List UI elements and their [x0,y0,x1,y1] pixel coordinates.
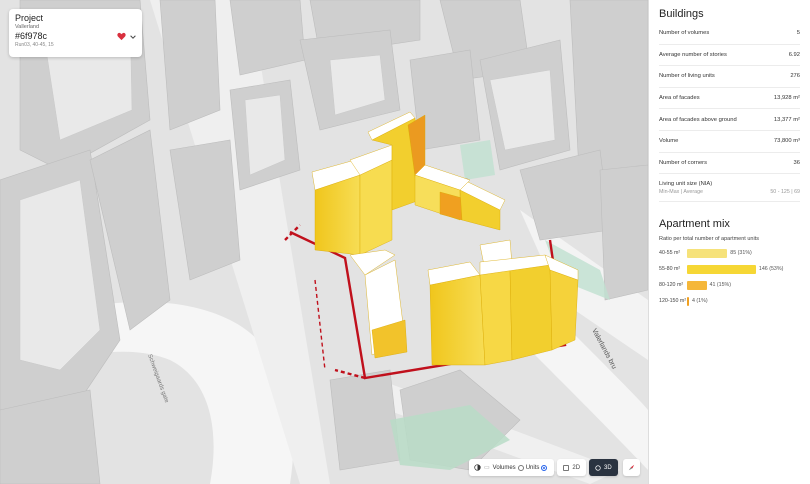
mix-label: 40-55 m² [659,250,681,257]
unit-size-sub-label: Min-Max | Average [659,189,703,196]
stat-row: Number of corners 36 [659,153,800,175]
map-canvas[interactable]: Valerlands bru Schweigaards gate [0,0,648,484]
mix-value: 146 (53%) [758,266,784,273]
buildings-heading: Buildings [659,8,704,20]
stat-row: Area of facades above ground 13,377 m² [659,109,800,131]
mix-value: 85 (31%) [730,250,752,257]
stat-label: Number of volumes [659,30,710,37]
project-location: Vallerland [15,24,40,30]
stat-row: Number of living units 276 [659,66,800,88]
view-3d-label: 3D [604,464,612,471]
unit-size-label: Living unit size (NIA) [659,181,713,188]
apartment-mix-list: 40-55 m² 85 (31%) 55-80 m² 146 (53%) 80-… [659,245,800,309]
stat-value: 36 [793,159,800,166]
square-icon [563,464,570,471]
stat-label: Number of corners [659,159,708,166]
mix-value: 41 (15%) [709,282,732,289]
chevron-down-icon[interactable] [129,33,137,41]
stat-row: Area of facades 13,928 m² [659,88,800,110]
mix-bar [687,264,756,274]
stat-label: Average number of stories [659,51,727,58]
volumes-radio[interactable] [517,464,524,471]
stat-label: Area of facades [659,95,700,102]
units-radio[interactable] [541,464,548,471]
view-2d-label: 2D [572,464,581,471]
apartment-mix-heading: Apartment mix [659,218,730,231]
stat-value: 13,928 m² [773,95,800,102]
mix-label: 55-80 m² [659,266,681,273]
mix-label: 120-150 m² [659,298,687,305]
stats-panel: Buildings Number of volumes 5 Average num… [648,0,810,484]
mix-row: 55-80 m² 146 (53%) [659,261,800,277]
project-title: Project [15,13,44,23]
stat-value: 5 [796,30,800,37]
contrast-icon[interactable] [474,464,481,471]
toggle-separator: ▭ [484,465,490,471]
project-meta: Run03, 40-45, 15 [15,42,54,48]
compass-icon [628,464,635,471]
mix-row: 40-55 m² 85 (31%) [659,245,800,261]
mix-bar [687,280,707,290]
heart-icon[interactable] [117,32,126,41]
stat-label: Volume [659,138,679,145]
volumes-units-toggle: ▭ Volumes Units [469,459,555,476]
mix-value: 4 (1%) [692,298,708,305]
stat-value: 276 [790,73,800,80]
view-toolbar: ▭ Volumes Units 2D 3D [469,459,618,476]
stat-value: 13,377 m² [773,116,800,123]
stat-row: Average number of stories 6.92 [659,45,800,67]
unit-size-row: Min-Max | Average 50 - 125 | 69 [659,189,800,203]
volumes-label[interactable]: Volumes [493,465,516,471]
stat-row: Number of volumes 5 [659,23,800,45]
mix-bar [687,296,689,306]
apartment-mix-subtitle: Ratio per total number of apartment unit… [659,236,759,243]
project-card[interactable]: Project Vallerland #6f978c Run03, 40-45,… [9,9,142,57]
view-2d-button[interactable]: 2D [557,459,587,476]
view-3d-button[interactable]: 3D [589,459,618,476]
stat-row: Volume 73,800 m³ [659,131,800,153]
stats-list: Number of volumes 5 Average number of sto… [659,23,800,175]
mix-bar [687,248,728,258]
unit-size-value: 50 - 125 | 69 [770,189,800,196]
stat-label: Area of facades above ground [659,116,737,123]
orbit-icon [595,464,601,471]
mix-label: 80-120 m² [659,282,684,289]
units-label[interactable]: Units [526,465,540,471]
compass-button[interactable] [623,459,640,476]
stat-label: Number of living units [659,73,715,80]
map-3d-view[interactable]: Valerlands bru Schweigaards gate [0,0,648,484]
stat-value: 73,800 m³ [773,138,800,145]
stat-value: 6.92 [788,51,800,58]
mix-row: 120-150 m² 4 (1%) [659,293,800,309]
mix-row: 80-120 m² 41 (15%) [659,277,800,293]
